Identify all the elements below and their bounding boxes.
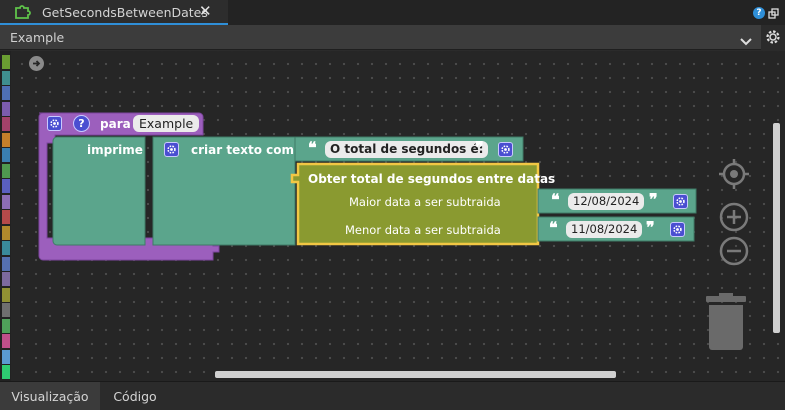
procedure-help-icon[interactable]: ? [73,115,90,132]
procedure-selector-dropdown[interactable]: Example [0,25,761,50]
category-swatch[interactable] [2,210,10,224]
procedure-gear-icon[interactable] [47,116,62,131]
category-swatch[interactable] [2,272,10,286]
bottom-tab-bar: Visualização Código [0,381,785,410]
tab-getsecondsbetweendates[interactable]: GetSecondsBetweenDates ✕ [0,0,228,25]
arg1-label: Maior data a ser subtraida [349,195,501,209]
tab-title: GetSecondsBetweenDates [42,5,208,20]
category-swatch[interactable] [2,256,10,271]
vertical-scrollbar[interactable] [773,123,780,333]
blocks-canvas [38,112,697,261]
category-swatch[interactable] [2,86,10,100]
procedure-label: para [100,117,131,131]
category-swatch[interactable] [2,70,10,85]
text-join-label: criar texto com [191,143,294,157]
chevron-down-icon [740,32,752,51]
category-swatch[interactable] [2,179,10,193]
date1-gear-icon[interactable] [673,194,688,209]
print-label: imprime [87,143,143,157]
category-swatch[interactable] [2,163,10,178]
text-literal-gear-icon[interactable] [498,142,513,157]
horizontal-scrollbar[interactable] [215,371,616,378]
category-swatch[interactable] [2,303,10,317]
blocks-workspace[interactable]: ? para Example imprime criar texto com ❝… [11,51,785,381]
category-swatch[interactable] [2,132,10,147]
zoom-out-icon[interactable] [718,235,750,267]
gear-icon [766,30,780,44]
editor-tab-bar: GetSecondsBetweenDates ✕ ? [0,0,785,25]
procedure-name-field[interactable]: Example [133,115,200,132]
category-color-strip [0,51,11,381]
date2-field[interactable]: 11/08/2024 [566,221,643,238]
text-join-gear-icon[interactable] [164,142,179,157]
category-swatch[interactable] [2,318,10,333]
close-quote-icon: ❞ [646,218,655,237]
close-quote-icon: ❞ [475,138,484,157]
category-swatch[interactable] [2,194,10,209]
open-quote-icon: ❝ [551,190,560,209]
category-swatch[interactable] [2,241,10,255]
text-literal-field[interactable]: O total de segundos é: [325,141,489,158]
category-swatch[interactable] [2,287,10,302]
open-quote-icon: ❝ [549,218,558,237]
category-swatch[interactable] [2,334,10,348]
restore-window-icon[interactable] [768,5,780,24]
date1-field[interactable]: 12/08/2024 [568,193,645,210]
tab-visualizacao[interactable]: Visualização [0,382,100,410]
open-quote-icon: ❝ [308,138,317,157]
date2-gear-icon[interactable] [670,222,685,237]
seconds-between-title: Obter total de segundos entre datas [308,172,556,186]
recenter-target-icon[interactable] [717,157,751,191]
close-quote-icon: ❞ [649,190,658,209]
category-swatch[interactable] [2,225,10,240]
selected-procedure-value: Example [10,30,65,45]
puzzle-piece-icon [14,4,34,24]
trash-can-icon[interactable] [705,293,747,351]
tab-codigo[interactable]: Código [100,382,170,410]
close-tab-icon[interactable]: ✕ [199,2,212,20]
settings-gear-button[interactable] [761,25,785,50]
category-swatch[interactable] [2,55,10,69]
zoom-in-icon[interactable] [718,201,750,233]
category-swatch[interactable] [2,117,10,131]
category-swatch[interactable] [2,101,10,116]
category-swatch[interactable] [2,148,10,162]
arg2-label: Menor data a ser subtraida [345,223,501,237]
category-swatch[interactable] [2,349,10,364]
help-icon[interactable]: ? [753,7,765,19]
category-swatch[interactable] [2,365,10,379]
